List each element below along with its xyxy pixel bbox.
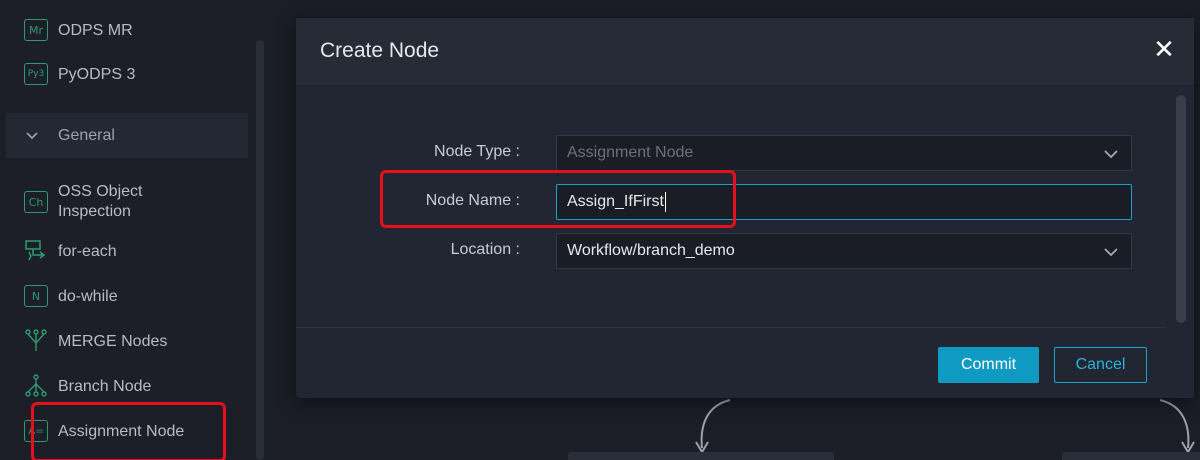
sidebar-item-pyodps3[interactable]: Py3 PyODPS 3 [24,61,135,87]
sidebar-item-oss-object-inspection[interactable]: Ch OSS Object Inspection [24,182,142,222]
chevron-down-icon [1104,248,1118,257]
node-type-label: Node Type : [434,143,520,160]
commit-button[interactable]: Commit [938,347,1039,383]
cancel-button[interactable]: Cancel [1054,347,1147,383]
sidebar-item-label: Branch Node [58,377,152,395]
canvas-connector-arrows [695,399,1195,454]
close-icon[interactable]: ✕ [1152,35,1176,65]
sidebar-item-label: MERGE Nodes [58,332,168,350]
branch-icon [24,374,48,398]
dialog-header: Create Node ✕ [296,18,1194,84]
sidebar-item-branch-node[interactable]: Branch Node [24,373,151,399]
label-line-1: OSS Object [58,183,143,200]
section-general[interactable]: General [6,113,248,158]
sidebar-item-merge-nodes[interactable]: MERGE Nodes [24,328,167,354]
sidebar-item-label: for-each [58,242,117,260]
sidebar-item-odps-mr[interactable]: Mr ODPS MR [24,17,133,43]
location-value: Workflow/branch_demo [567,242,735,259]
dialog-title: Create Node [320,38,440,62]
location-select[interactable]: Workflow/branch_demo [556,233,1132,269]
chevron-down-icon [1104,150,1118,159]
node-type-value: Assignment Node [567,144,694,161]
do-while-icon: N [24,285,48,307]
node-type-sidebar: Mr ODPS MR Py3 PyODPS 3 General Ch OSS O… [0,0,272,460]
label-line-2: Inspection [58,203,131,220]
canvas-node[interactable] [1062,452,1200,460]
py3-icon: Py3 [24,63,48,85]
chevron-down-icon [26,129,38,143]
canvas-node[interactable] [568,452,834,460]
sidebar-scrollbar[interactable] [256,40,264,460]
sidebar-item-label: ODPS MR [58,21,133,39]
merge-icon [24,329,48,353]
node-type-select[interactable]: Assignment Node [556,135,1132,171]
section-label: General [58,126,115,144]
highlight-assignment-node [31,402,226,460]
footer-divider [296,327,1166,328]
location-label: Location : [450,241,520,258]
ch-icon: Ch [24,191,48,213]
sidebar-item-label: PyODPS 3 [58,65,136,83]
node-type-row: Node Type : Assignment Node [296,135,1194,171]
sidebar-item-for-each[interactable]: for-each [24,238,117,264]
sidebar-item-do-while[interactable]: N do-while [24,283,118,309]
mr-icon: Mr [24,19,48,41]
dialog-scrollbar[interactable] [1176,95,1186,323]
sidebar-item-label: do-while [58,287,118,305]
for-each-icon [24,239,48,263]
location-row: Location : Workflow/branch_demo [296,233,1194,269]
highlight-node-name [380,170,736,228]
sidebar-item-label: OSS Object Inspection [58,182,142,222]
